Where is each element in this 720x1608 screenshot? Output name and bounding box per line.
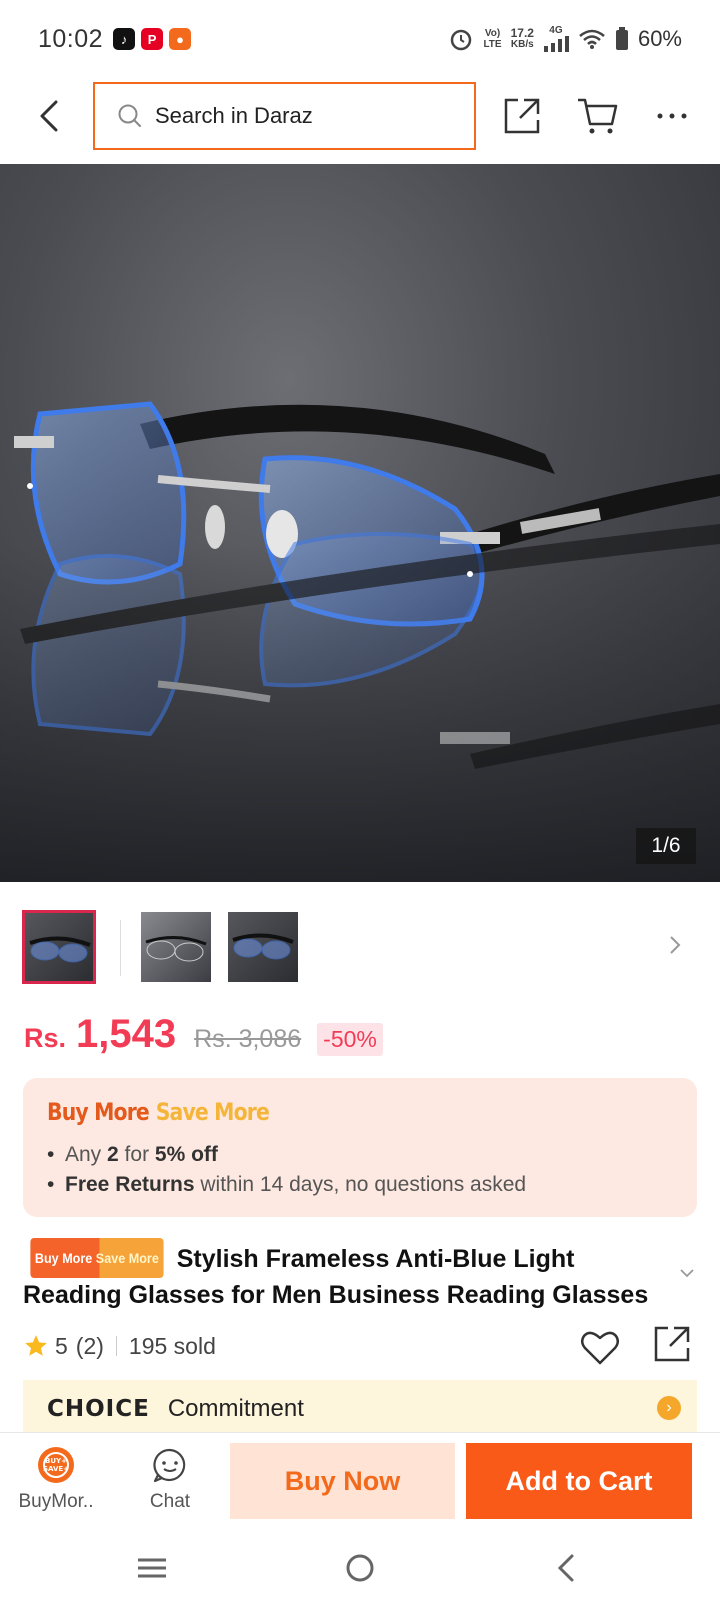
chat-icon <box>153 1448 186 1483</box>
discount-badge: -50% <box>317 1023 383 1056</box>
battery-percent: 60% <box>637 26 682 51</box>
image-counter: 1/6 <box>636 828 696 864</box>
alarm-icon <box>451 29 472 51</box>
promo-box[interactable]: Buy MoreSave More Any 2 for 5% off Free … <box>23 1078 697 1217</box>
product-title[interactable]: Buy More Save More Stylish Frameless Anti… <box>23 1238 663 1312</box>
search-icon <box>118 104 141 127</box>
daraz-notification-icon: ● <box>169 28 192 50</box>
thumbnail-divider <box>120 920 121 976</box>
search-placeholder: Search in Daraz <box>155 103 313 128</box>
choice-commitment-banner[interactable]: CHOICE Commitment › <box>23 1380 697 1438</box>
home-icon[interactable] <box>340 1548 380 1588</box>
signal-icon: 4G <box>543 26 569 52</box>
pinterest-icon: P <box>141 28 164 50</box>
notification-icons: ♪ P ● <box>113 28 192 50</box>
chat-label: Chat <box>149 1491 191 1512</box>
network-speed: 17.2 KB/s <box>510 26 534 50</box>
chevron-right-icon[interactable] <box>660 930 690 960</box>
cart-icon[interactable] <box>576 94 620 138</box>
recent-apps-icon[interactable] <box>132 1548 172 1588</box>
share-icon[interactable] <box>650 1322 694 1366</box>
choice-logo: CHOICE <box>47 1396 150 1422</box>
tiktok-icon: ♪ <box>113 28 136 50</box>
bottom-action-bar: BUY+ SAVE+ BuyMor.. Chat Buy Now Add to C… <box>0 1432 720 1528</box>
thumbnail-1[interactable] <box>22 910 96 984</box>
buymore-icon: BUY+SAVE+ <box>38 1447 74 1483</box>
price-currency: Rs. <box>24 1023 67 1053</box>
volte-indicator: Vo) LTE <box>483 28 502 50</box>
status-bar: 10:02 ♪ P ● Vo) LTE 17.2 KB/s 4G 60% <box>0 0 720 78</box>
sold-count: 195 sold <box>128 1332 216 1359</box>
svg-text:SAVE+: SAVE+ <box>43 1465 69 1473</box>
price-original: Rs. 3,086 <box>194 1025 302 1053</box>
buymore-button[interactable]: BUY+ SAVE+ BuyMor.. <box>6 1445 106 1513</box>
product-image-gallery[interactable]: 1/6 <box>0 164 720 882</box>
glasses-image <box>0 401 720 882</box>
chat-button[interactable]: Chat <box>120 1445 220 1513</box>
search-input[interactable]: Search in Daraz <box>93 82 476 150</box>
rating-value: 5 <box>55 1332 68 1359</box>
status-indicators: Vo) LTE 17.2 KB/s 4G 60% <box>448 26 682 52</box>
buymore-label: BuyMor.. <box>18 1491 94 1512</box>
buy-more-save-more-badge: Buy More Save More <box>30 1238 164 1278</box>
add-to-cart-button[interactable]: Add to Cart <box>466 1443 692 1519</box>
clock: 10:02 <box>38 24 104 53</box>
buy-now-button[interactable]: Buy Now <box>230 1443 455 1519</box>
svg-text:BUY+: BUY+ <box>45 1457 67 1465</box>
top-navigation: Search in Daraz <box>0 78 720 164</box>
promo-line-bundle: Any 2 for 5% off <box>47 1140 673 1170</box>
wifi-icon <box>579 29 605 49</box>
system-back-icon[interactable] <box>548 1548 588 1588</box>
thumbnail-3[interactable] <box>228 912 298 982</box>
chevron-right-icon: › <box>657 1396 681 1420</box>
heart-icon[interactable] <box>578 1325 622 1369</box>
price-row: Rs. 1,543 Rs. 3,086 -50% <box>24 1012 383 1072</box>
chevron-down-icon[interactable] <box>676 1262 698 1284</box>
promo-line-returns: Free Returns within 14 days, no question… <box>47 1170 673 1200</box>
star-icon <box>25 1335 47 1356</box>
divider <box>115 1336 117 1356</box>
review-count: (2) <box>75 1332 104 1359</box>
rating-row[interactable]: 5 (2) 195 sold <box>23 1326 216 1366</box>
promo-title: Buy More Save More <box>47 1098 270 1126</box>
price-current: 1,543 <box>76 1012 177 1056</box>
battery-icon <box>615 27 628 50</box>
share-icon[interactable] <box>500 94 544 138</box>
choice-text: Commitment <box>167 1395 304 1422</box>
thumbnail-2[interactable] <box>141 912 211 982</box>
more-icon[interactable] <box>650 94 694 138</box>
back-icon[interactable] <box>30 96 70 136</box>
thumbnail-strip <box>0 910 720 986</box>
system-navigation-bar <box>0 1528 720 1608</box>
